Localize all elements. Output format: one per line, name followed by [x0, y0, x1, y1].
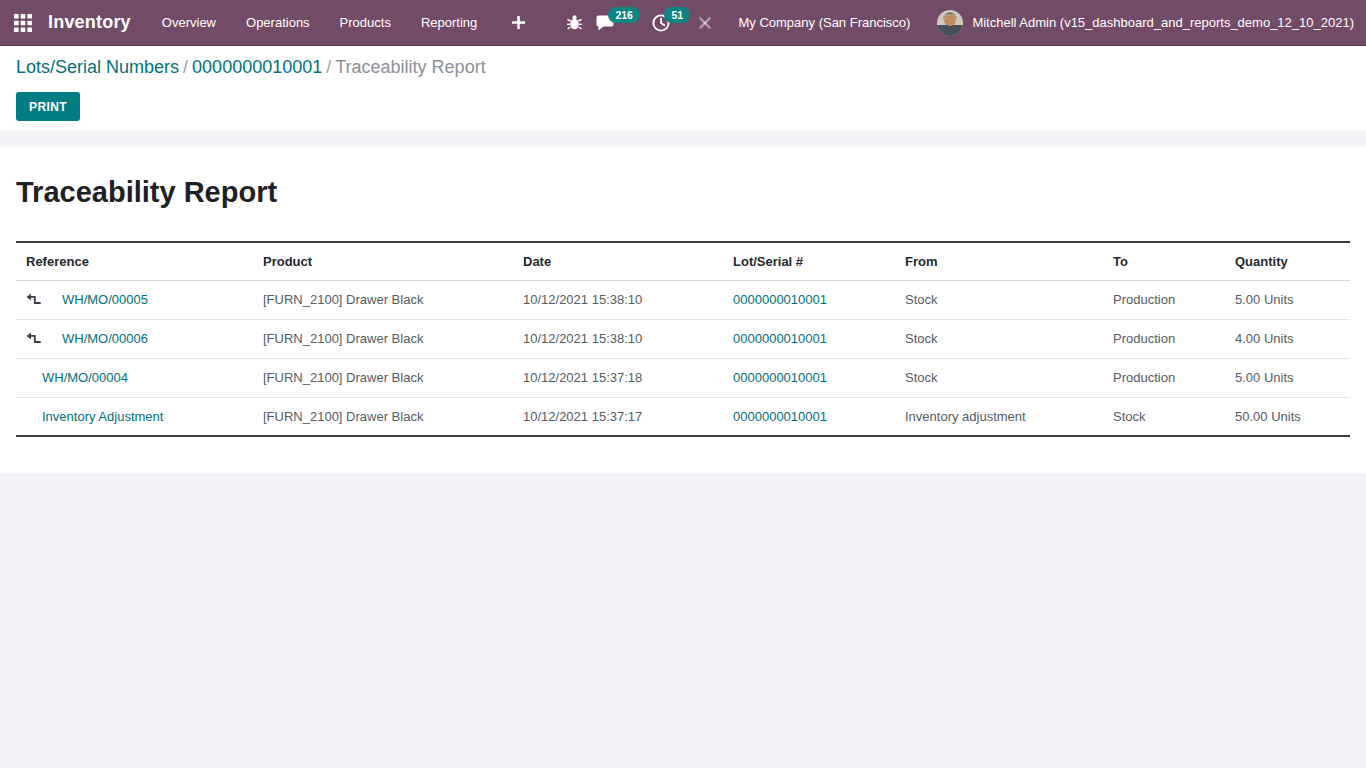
undo-icon — [26, 293, 41, 308]
breadcrumb-lots-serial[interactable]: Lots/Serial Numbers — [16, 57, 179, 77]
control-panel: Lots/Serial Numbers/0000000010001/Tracea… — [0, 46, 1366, 131]
col-quantity: Quantity — [1225, 242, 1350, 280]
col-date: Date — [513, 242, 723, 280]
cell-from: Inventory adjustment — [895, 397, 1103, 436]
table-row: WH/MO/00005 [FURN_2100] Drawer Black 10/… — [16, 280, 1350, 319]
cell-to: Production — [1103, 358, 1225, 397]
print-button[interactable]: PRINT — [16, 92, 80, 121]
breadcrumb: Lots/Serial Numbers/0000000010001/Tracea… — [16, 56, 1350, 78]
reference-link[interactable]: WH/MO/00004 — [42, 370, 128, 385]
cell-product: [FURN_2100] Drawer Black — [253, 319, 513, 358]
cell-date: 10/12/2021 15:37:17 — [513, 397, 723, 436]
cell-product: [FURN_2100] Drawer Black — [253, 397, 513, 436]
col-to: To — [1103, 242, 1225, 280]
cell-date: 10/12/2021 15:38:10 — [513, 319, 723, 358]
undo-icon — [26, 332, 41, 347]
app-name[interactable]: Inventory — [48, 12, 131, 33]
activities-badge: 51 — [664, 7, 690, 24]
table-row: Inventory Adjustment [FURN_2100] Drawer … — [16, 397, 1350, 436]
cell-date: 10/12/2021 15:37:18 — [513, 358, 723, 397]
cell-to: Production — [1103, 280, 1225, 319]
lot-link[interactable]: 0000000010001 — [733, 409, 827, 424]
table-row: WH/MO/00006 [FURN_2100] Drawer Black 10/… — [16, 319, 1350, 358]
lot-link[interactable]: 0000000010001 — [733, 370, 827, 385]
col-from: From — [895, 242, 1103, 280]
report-sheet: Traceability Report Reference Product Da… — [0, 147, 1366, 473]
breadcrumb-separator: / — [326, 57, 331, 77]
debug-bug-icon[interactable] — [566, 14, 583, 31]
company-switcher[interactable]: My Company (San Francisco) — [712, 15, 937, 30]
menu-products[interactable]: Products — [325, 0, 406, 46]
col-reference: Reference — [16, 242, 253, 280]
lot-link[interactable]: 0000000010001 — [733, 292, 827, 307]
cell-quantity: 50.00 Units — [1225, 397, 1350, 436]
traceability-table: Reference Product Date Lot/Serial # From… — [16, 241, 1350, 437]
menu-operations[interactable]: Operations — [231, 0, 325, 46]
breadcrumb-lot-number[interactable]: 0000000010001 — [192, 57, 322, 77]
messages-badge: 216 — [608, 7, 640, 24]
messages-tray[interactable]: 216 — [596, 14, 617, 32]
content-area: Traceability Report Reference Product Da… — [0, 131, 1366, 473]
cell-product: [FURN_2100] Drawer Black — [253, 358, 513, 397]
report-title: Traceability Report — [16, 176, 1350, 209]
menu-overview[interactable]: Overview — [147, 0, 231, 46]
reference-link[interactable]: Inventory Adjustment — [42, 409, 163, 424]
cell-product: [FURN_2100] Drawer Black — [253, 280, 513, 319]
cell-from: Stock — [895, 358, 1103, 397]
cell-from: Stock — [895, 319, 1103, 358]
cell-quantity: 5.00 Units — [1225, 280, 1350, 319]
table-header-row: Reference Product Date Lot/Serial # From… — [16, 242, 1350, 280]
top-navbar: Inventory Overview Operations Products R… — [0, 0, 1366, 46]
breadcrumb-separator: / — [183, 57, 188, 77]
col-lot-serial: Lot/Serial # — [723, 242, 895, 280]
plus-menu-icon[interactable] — [492, 16, 543, 29]
avatar[interactable] — [937, 10, 963, 36]
breadcrumb-current: Traceability Report — [335, 57, 485, 77]
col-product: Product — [253, 242, 513, 280]
apps-grid-icon[interactable] — [13, 13, 33, 33]
systray: 216 51 My Company (San Francisco) Mitche… — [566, 10, 1356, 36]
cell-quantity: 5.00 Units — [1225, 358, 1350, 397]
cell-date: 10/12/2021 15:38:10 — [513, 280, 723, 319]
table-row: WH/MO/00004 [FURN_2100] Drawer Black 10/… — [16, 358, 1350, 397]
cell-to: Production — [1103, 319, 1225, 358]
reference-link[interactable]: WH/MO/00005 — [62, 292, 148, 307]
activities-tray[interactable]: 51 — [652, 14, 670, 32]
cell-from: Stock — [895, 280, 1103, 319]
close-tools-icon[interactable] — [698, 16, 712, 30]
lot-link[interactable]: 0000000010001 — [733, 331, 827, 346]
main-menu: Overview Operations Products Reporting — [147, 0, 543, 46]
reference-link[interactable]: WH/MO/00006 — [62, 331, 148, 346]
cell-to: Stock — [1103, 397, 1225, 436]
user-menu[interactable]: Mitchell Admin (v15_dashboard_and_report… — [972, 15, 1354, 30]
cell-quantity: 4.00 Units — [1225, 319, 1350, 358]
menu-reporting[interactable]: Reporting — [406, 0, 492, 46]
